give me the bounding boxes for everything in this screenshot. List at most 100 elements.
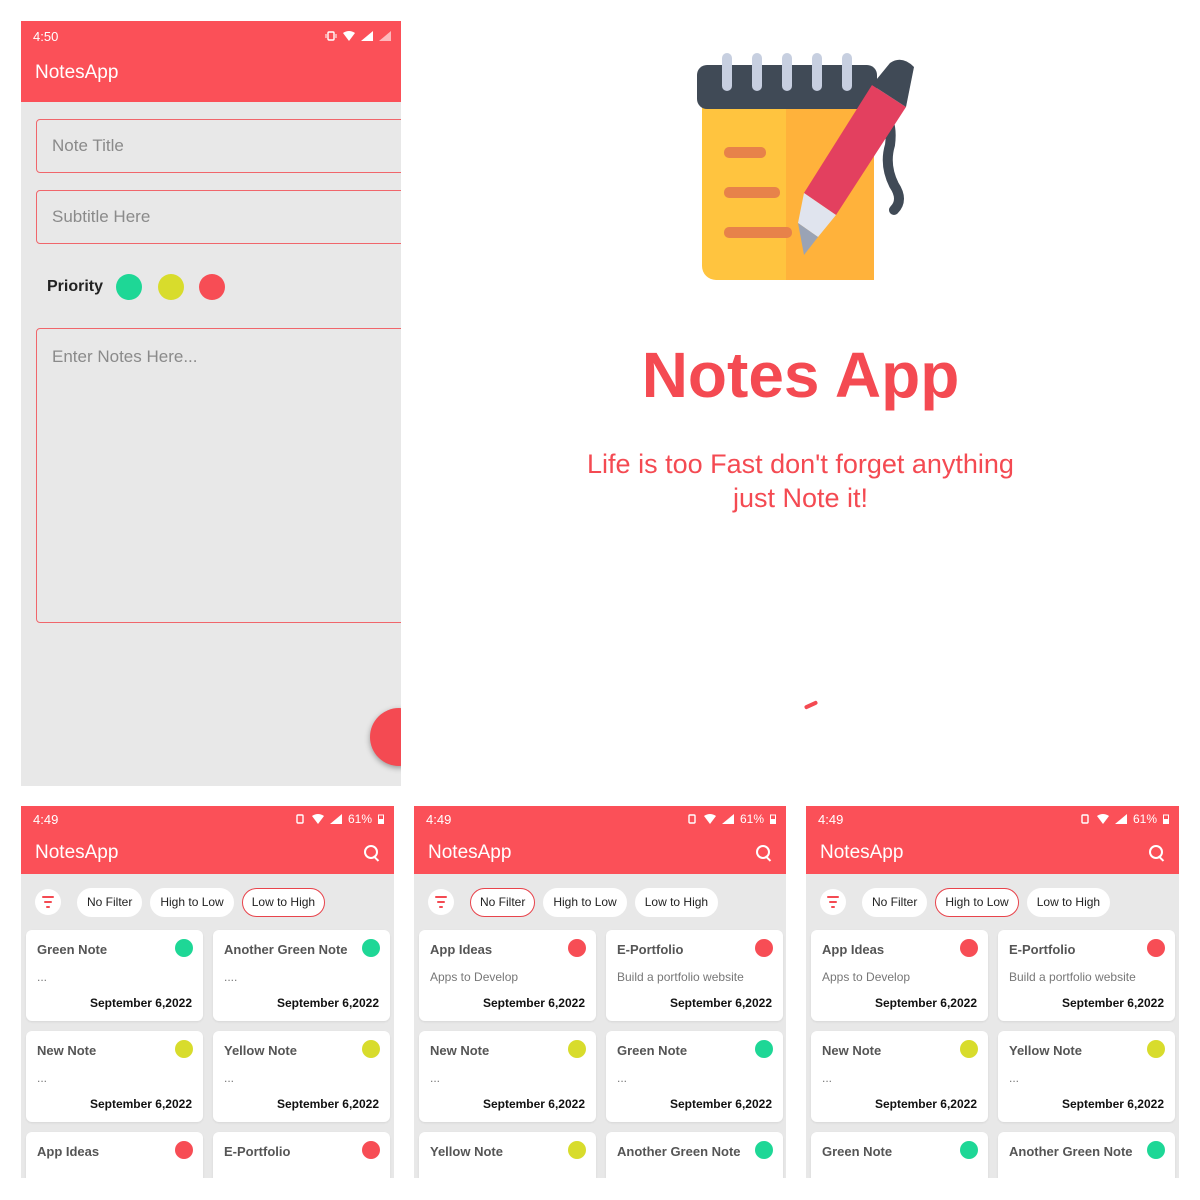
note-card[interactable]: App Ideas bbox=[26, 1132, 203, 1178]
filter-bar: No Filter High to Low Low to High bbox=[21, 874, 394, 930]
search-icon[interactable] bbox=[364, 845, 380, 861]
filter-chip-low-to-high[interactable]: Low to High bbox=[241, 887, 326, 917]
app-bar: NotesApp bbox=[806, 832, 1179, 874]
note-card[interactable]: Green Note... September 6,2022 bbox=[26, 930, 203, 1021]
priority-indicator bbox=[568, 1040, 586, 1058]
note-title: Another Green Note bbox=[617, 1144, 741, 1159]
save-note-button[interactable] bbox=[370, 708, 401, 766]
note-title-placeholder: Note Title bbox=[52, 136, 124, 155]
note-subtitle: ... bbox=[37, 1071, 48, 1085]
note-card[interactable]: App Ideas Apps to Develop September 6,2022 bbox=[419, 930, 596, 1021]
note-card[interactable]: Yellow Note... September 6,2022 bbox=[998, 1031, 1175, 1122]
note-date: September 6,2022 bbox=[669, 996, 772, 1010]
search-icon[interactable] bbox=[756, 845, 772, 861]
status-bar: 4:49 61% bbox=[21, 806, 394, 832]
priority-indicator bbox=[1147, 1141, 1165, 1159]
note-title: New Note bbox=[37, 1043, 97, 1058]
note-date: September 6,2022 bbox=[89, 996, 192, 1010]
note-editor-screen: 4:50 NotesApp Note Title Subtitle Here P… bbox=[21, 21, 401, 786]
battery-level: 61% bbox=[1132, 812, 1157, 826]
battery-icon bbox=[1163, 814, 1169, 824]
note-date: September 6,2022 bbox=[1061, 1097, 1164, 1111]
filter-chip-high-to-low[interactable]: High to Low bbox=[935, 887, 1019, 917]
filter-icon[interactable] bbox=[820, 889, 846, 915]
note-subtitle: .... bbox=[224, 970, 238, 984]
note-date: September 6,2022 bbox=[482, 1097, 585, 1111]
filter-bar: No Filter High to Low Low to High bbox=[414, 874, 786, 930]
priority-indicator bbox=[755, 939, 773, 957]
note-subtitle: ... bbox=[430, 1071, 441, 1085]
note-card[interactable]: E-Portfolio Build a portfolio website Sept… bbox=[606, 930, 783, 1021]
app-title: NotesApp bbox=[35, 62, 119, 83]
notes-textarea[interactable]: Enter Notes Here... bbox=[36, 328, 401, 623]
note-card[interactable]: Yellow Note... September 6,2022 bbox=[213, 1031, 390, 1122]
note-card[interactable]: New Note... September 6,2022 bbox=[811, 1031, 988, 1122]
note-title: New Note bbox=[822, 1043, 882, 1058]
priority-green-button[interactable] bbox=[116, 274, 142, 300]
vibrate-icon bbox=[325, 31, 337, 41]
priority-yellow-button[interactable] bbox=[158, 274, 184, 300]
note-title: App Ideas bbox=[37, 1144, 100, 1159]
filter-chip-low-to-high[interactable]: Low to High bbox=[634, 887, 719, 917]
filter-chip-no-filter[interactable]: No Filter bbox=[77, 887, 143, 917]
note-subtitle: ... bbox=[1009, 1071, 1020, 1085]
note-card[interactable]: Yellow Note bbox=[419, 1132, 596, 1178]
note-card[interactable]: Green Note... September 6,2022 bbox=[606, 1031, 783, 1122]
filter-chip-high-to-low[interactable]: High to Low bbox=[150, 887, 234, 917]
notes-list-screen-2: 4:49 61% NotesApp No Filter High to Low Low t… bbox=[414, 806, 786, 1178]
note-subtitle: ... bbox=[617, 1071, 628, 1085]
note-subtitle-input[interactable]: Subtitle Here bbox=[36, 190, 401, 244]
signal-icon bbox=[1114, 814, 1127, 824]
signal-icon bbox=[329, 814, 342, 824]
filter-chip-high-to-low[interactable]: High to Low bbox=[543, 887, 627, 917]
filter-chip-no-filter[interactable]: No Filter bbox=[470, 887, 536, 917]
priority-indicator bbox=[1147, 1040, 1165, 1058]
note-card[interactable]: E-Portfolio Build a portfolio website Sept… bbox=[998, 930, 1175, 1021]
wifi-icon bbox=[343, 31, 355, 41]
priority-indicator bbox=[755, 1040, 773, 1058]
note-card[interactable]: E-Portfolio bbox=[213, 1132, 390, 1178]
signal-icon bbox=[361, 31, 373, 41]
note-title: Yellow Note bbox=[1009, 1043, 1082, 1058]
note-date: September 6,2022 bbox=[276, 1097, 379, 1111]
note-card[interactable]: New Note... September 6,2022 bbox=[26, 1031, 203, 1122]
signal-2-icon bbox=[379, 31, 391, 41]
filter-icon[interactable] bbox=[428, 889, 454, 915]
note-date: September 6,2022 bbox=[276, 996, 379, 1010]
note-card[interactable]: App Ideas Apps to Develop September 6,2022 bbox=[811, 930, 988, 1021]
filter-chip-no-filter[interactable]: No Filter bbox=[862, 887, 928, 917]
vibrate-icon bbox=[296, 814, 304, 824]
status-time: 4:49 bbox=[818, 811, 844, 827]
note-card[interactable]: Another Green Note bbox=[998, 1132, 1175, 1178]
app-bar: NotesApp bbox=[414, 832, 786, 874]
note-card[interactable]: New Note... September 6,2022 bbox=[419, 1031, 596, 1122]
filter-chip-low-to-high[interactable]: Low to High bbox=[1026, 887, 1111, 917]
note-card[interactable]: Another Green Note.... September 6,2022 bbox=[213, 930, 390, 1021]
priority-red-button[interactable] bbox=[199, 274, 225, 300]
note-title: E-Portfolio bbox=[224, 1144, 291, 1159]
tagline-line-1: Life is too Fast don't forget anything bbox=[587, 449, 1014, 479]
note-card[interactable]: Another Green Note bbox=[606, 1132, 783, 1178]
tagline-line-2: just Note it! bbox=[732, 483, 869, 513]
search-icon[interactable] bbox=[1149, 845, 1165, 861]
status-icons: 61% bbox=[1079, 812, 1169, 826]
note-subtitle: Build a portfolio website bbox=[1009, 970, 1136, 984]
notepad-logo bbox=[697, 53, 914, 280]
filter-icon[interactable] bbox=[35, 889, 61, 915]
app-title: NotesApp bbox=[428, 842, 512, 863]
notes-grid: App Ideas Apps to Develop September 6,2022… bbox=[414, 930, 786, 1178]
notes-list-screen-3: 4:49 61% NotesApp No Filter High to Low Low t… bbox=[806, 806, 1179, 1178]
note-card[interactable]: Green Note bbox=[811, 1132, 988, 1178]
note-title: Another Green Note bbox=[1009, 1144, 1133, 1159]
note-title: Green Note bbox=[617, 1043, 688, 1058]
app-bar: NotesApp bbox=[21, 47, 401, 99]
battery-level: 61% bbox=[739, 812, 764, 826]
priority-indicator bbox=[568, 1141, 586, 1159]
priority-indicator bbox=[960, 939, 978, 957]
splash-tagline: Life is too Fast don't forget anything j… bbox=[401, 447, 1200, 515]
note-subtitle: ... bbox=[37, 970, 48, 984]
note-title-input[interactable]: Note Title bbox=[36, 119, 401, 173]
note-date: September 6,2022 bbox=[482, 996, 585, 1010]
loading-spinner bbox=[803, 700, 819, 710]
notes-grid: App Ideas Apps to Develop September 6,2022… bbox=[806, 930, 1179, 1178]
